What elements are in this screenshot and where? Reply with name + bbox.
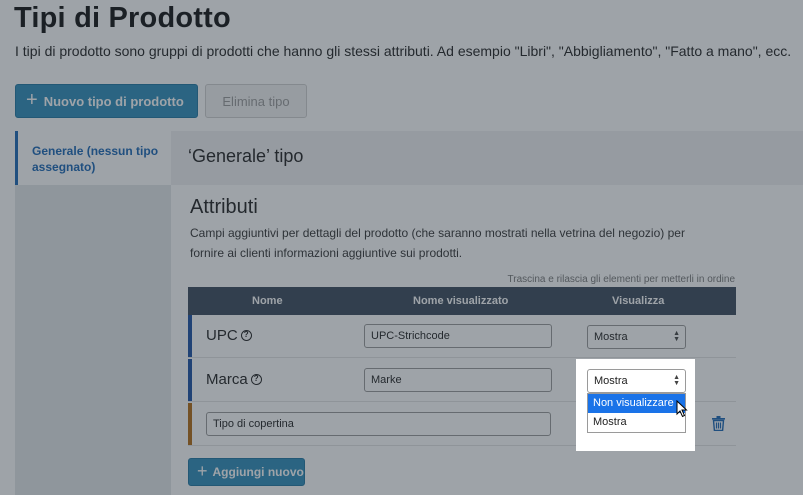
sidebar-item-generale[interactable]: Generale (nessun tipo assegnato) <box>15 131 171 185</box>
visibility-select-value: Mostra <box>594 331 628 343</box>
attribute-name-label: Marca <box>206 371 248 388</box>
drag-hint: Trascina e rilascia gli elementi per met… <box>507 274 736 285</box>
plus-icon: + <box>26 89 38 111</box>
page-description: I tipi di prodotto sono gruppi di prodot… <box>15 43 792 59</box>
column-header-name: Nome <box>252 295 283 307</box>
attribute-name: Marca ? <box>206 371 262 388</box>
add-new-button[interactable]: + Aggiungi nuovo <box>188 458 305 486</box>
display-name-field[interactable]: Marke <box>364 368 552 392</box>
attribute-name: UPC ? <box>206 327 252 344</box>
display-name-field[interactable]: UPC-Strichcode <box>364 324 552 348</box>
type-title: ‘Generale’ tipo <box>188 146 304 166</box>
attributes-panel: Attributi Campi aggiuntivi per dettagli … <box>171 185 803 495</box>
select-arrows-icon: ▲ ▼ <box>673 374 680 387</box>
page-title: Tipi di Prodotto <box>14 2 231 34</box>
row-drag-bar[interactable] <box>188 403 192 445</box>
help-icon[interactable]: ? <box>240 330 252 341</box>
row-drag-bar[interactable] <box>188 359 192 401</box>
main-content: ‘Generale’ tipo Attributi Campi aggiunti… <box>171 131 803 495</box>
table-row[interactable]: UPC ? UPC-Strichcode Mostra ▲ ▼ <box>188 315 736 358</box>
trash-icon[interactable] <box>712 416 725 436</box>
visibility-select[interactable]: Mostra ▲ ▼ <box>587 325 686 349</box>
attribute-name-label: UPC <box>206 327 238 344</box>
dropdown-option-show[interactable]: Mostra <box>588 413 685 432</box>
add-new-label: Aggiungi nuovo <box>212 465 304 479</box>
visibility-select-value: Mostra <box>594 375 628 387</box>
select-arrows-icon: ▲ ▼ <box>673 330 680 343</box>
spotlight-area: Mostra ▲ ▼ Non visualizzare Mostra <box>576 359 695 451</box>
new-product-type-button[interactable]: + Nuovo tipo di prodotto <box>15 84 198 118</box>
table-header: Nome Nome visualizzato Visualizza <box>188 287 736 315</box>
visibility-dropdown: Non visualizzare Mostra <box>587 393 686 433</box>
plus-icon: + <box>197 460 208 481</box>
new-product-type-label: Nuovo tipo di prodotto <box>43 93 184 109</box>
section-title: Attributi <box>190 196 258 218</box>
section-description: Campi aggiuntivi per dettagli del prodot… <box>190 226 685 260</box>
dropdown-option-hide[interactable]: Non visualizzare <box>588 394 685 413</box>
delete-type-button[interactable]: Elimina tipo <box>205 84 307 118</box>
attribute-name-field[interactable]: Tipo di copertina <box>206 412 551 436</box>
column-header-visibility: Visualizza <box>612 295 665 307</box>
sidebar: Generale (nessun tipo assegnato) <box>15 131 171 495</box>
visibility-select[interactable]: Mostra ▲ ▼ <box>587 369 686 393</box>
help-icon[interactable]: ? <box>250 374 262 385</box>
mouse-cursor-icon <box>676 399 688 423</box>
row-drag-bar[interactable] <box>188 315 192 357</box>
column-header-display-name: Nome visualizzato <box>413 295 509 307</box>
